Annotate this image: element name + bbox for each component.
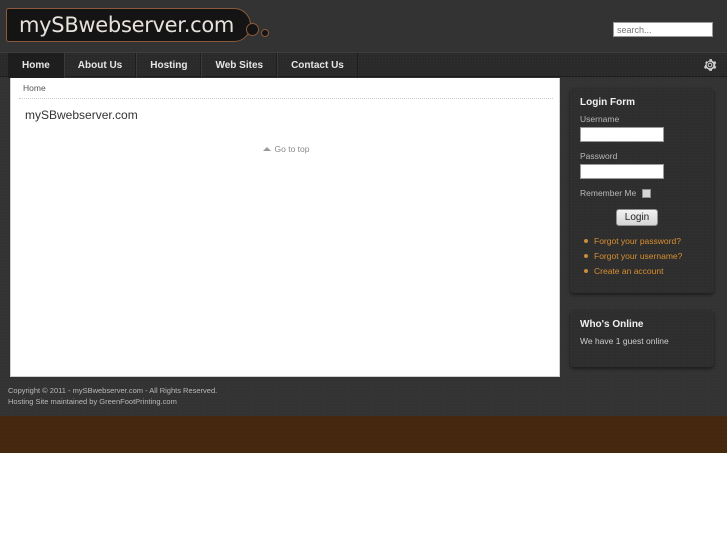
gear-icon[interactable] xyxy=(703,58,717,72)
forgot-username-link[interactable]: Forgot your username? xyxy=(584,251,714,261)
login-button[interactable]: Login xyxy=(615,209,659,226)
login-button-row: Login xyxy=(570,207,714,226)
password-field[interactable] xyxy=(580,164,664,179)
nav-item-label: Contact Us xyxy=(291,60,344,71)
forgot-password-link[interactable]: Forgot your password? xyxy=(584,236,714,246)
whos-online-body: We have 1 guest online xyxy=(570,336,714,346)
breadcrumb-divider xyxy=(19,98,553,99)
nav-item-label: Hosting xyxy=(150,60,188,71)
whos-online-text: We have 1 guest online xyxy=(580,336,669,346)
nav-item-label: About Us xyxy=(77,60,123,71)
content-inner: Home mySBwebserver.com Go to top xyxy=(11,78,559,376)
nav-item-home[interactable]: Home xyxy=(8,53,64,78)
remember-me-checkbox[interactable] xyxy=(642,188,652,198)
nav-item-about-us[interactable]: About Us xyxy=(63,53,137,78)
site-footer: Copyright © 2011 - mySBwebserver.com - A… xyxy=(0,384,727,416)
site-logo[interactable]: mySBwebserver.com xyxy=(6,8,270,44)
nav-list: Home About Us Hosting Web Sites Contact … xyxy=(8,53,358,78)
logo-bubble-large-icon xyxy=(246,23,260,36)
page-bottom-whitespace xyxy=(0,453,727,545)
login-form-body: Username Password Remember Me Login Forg… xyxy=(570,114,714,281)
main-content: Home mySBwebserver.com Go to top xyxy=(10,78,560,377)
search-input[interactable] xyxy=(613,22,713,37)
password-label: Password xyxy=(580,151,618,161)
site-header: mySBwebserver.com xyxy=(0,0,727,52)
username-field[interactable] xyxy=(580,127,664,142)
breadcrumb[interactable]: Home xyxy=(23,83,46,93)
footer-copyright: Copyright © 2011 - mySBwebserver.com - A… xyxy=(8,386,218,395)
login-form-title: Login Form xyxy=(580,97,635,108)
page-root: mySBwebserver.com Home About Us Hosting … xyxy=(0,0,727,545)
logo-text: mySBwebserver.com xyxy=(19,13,235,37)
nav-item-contact-us[interactable]: Contact Us xyxy=(277,53,358,78)
logo-bubble-small-icon xyxy=(261,29,270,37)
logo-pill: mySBwebserver.com xyxy=(6,8,270,42)
nav-item-label: Home xyxy=(22,60,50,71)
username-label: Username xyxy=(580,114,620,124)
nav-item-hosting[interactable]: Hosting xyxy=(136,53,202,78)
go-to-top-label: Go to top xyxy=(274,144,310,154)
remember-me-row: Remember Me xyxy=(580,188,714,198)
go-to-top-link[interactable]: Go to top xyxy=(11,144,561,154)
remember-me-label: Remember Me xyxy=(580,188,637,198)
page-title: mySBwebserver.com xyxy=(25,108,138,122)
whos-online-title: Who's Online xyxy=(580,319,644,330)
login-form-module: Login Form Username Password Remember Me… xyxy=(570,88,714,293)
nav-item-label: Web Sites xyxy=(215,60,264,71)
footer-credit: Hosting Site maintained by GreenFootPrin… xyxy=(8,397,177,406)
create-account-link[interactable]: Create an account xyxy=(584,266,714,276)
main-navigation: Home About Us Hosting Web Sites Contact … xyxy=(0,52,727,78)
brown-accent-band xyxy=(0,416,727,453)
whos-online-module: Who's Online We have 1 guest online xyxy=(570,310,714,367)
nav-item-web-sites[interactable]: Web Sites xyxy=(201,53,278,78)
arrow-up-icon xyxy=(262,147,271,151)
login-links: Forgot your password? Forgot your userna… xyxy=(584,236,714,276)
